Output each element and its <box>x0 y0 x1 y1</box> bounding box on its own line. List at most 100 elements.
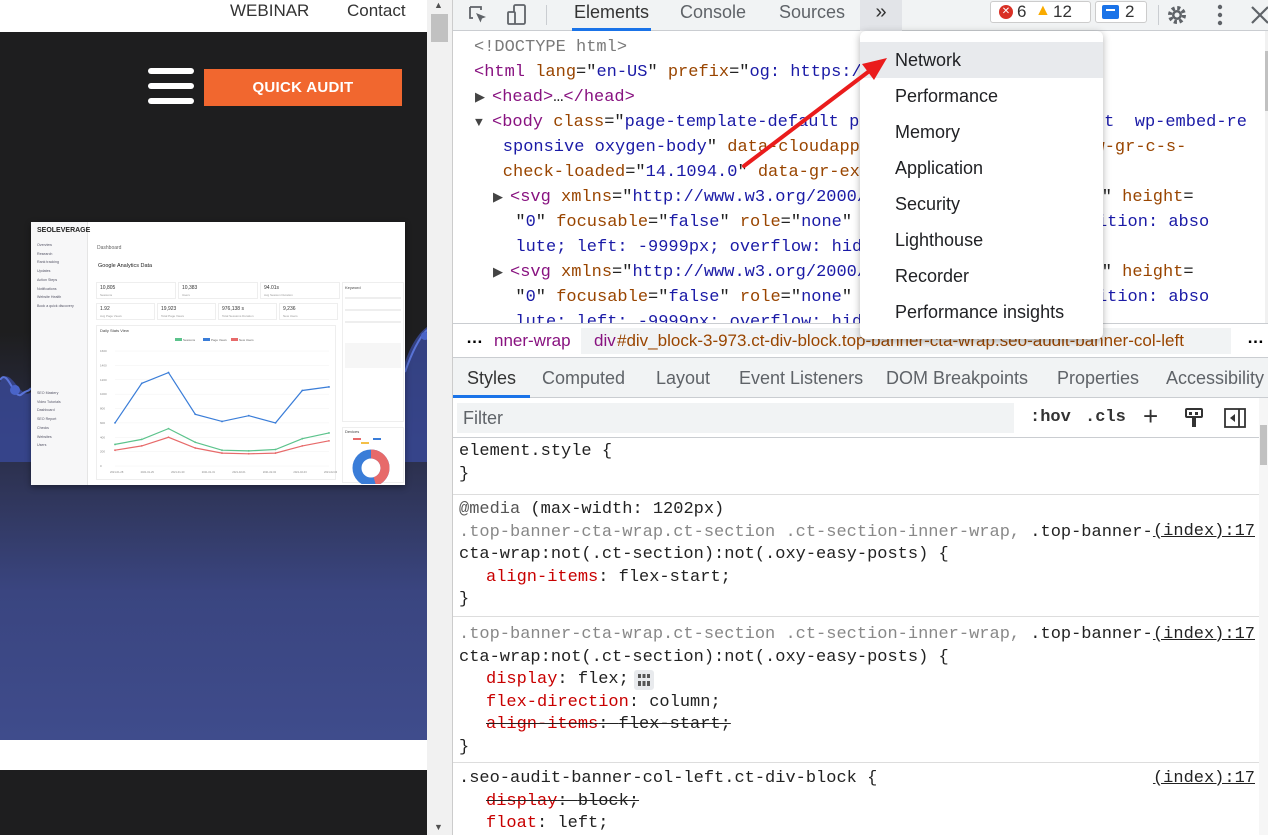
dom-token: =" <box>604 113 625 132</box>
issues-badge[interactable]: 2 <box>1095 1 1147 23</box>
dom-token: xmlns <box>561 188 613 207</box>
menu-item-application[interactable]: Application <box>860 150 1103 186</box>
dom-node-line[interactable]: check-loaded="14.1094.0" data-gr-ext- <box>503 160 880 185</box>
nav-link-contact[interactable]: Contact <box>347 1 406 21</box>
css-property[interactable]: float <box>486 814 537 833</box>
tab-console[interactable]: Console <box>680 0 746 31</box>
tab-layout[interactable]: Layout <box>656 358 710 398</box>
warning-icon: ▲ <box>1035 2 1051 19</box>
expand-triangle-icon[interactable]: ▶ <box>475 85 485 110</box>
stat-card: 10,383 Users <box>178 282 258 299</box>
breadcrumb-scroll-right[interactable]: … <box>1242 324 1268 354</box>
chart-point <box>167 371 170 374</box>
tab-sources[interactable]: Sources <box>779 0 845 31</box>
more-tabs-button[interactable]: » <box>860 0 902 31</box>
class-toggle[interactable]: .cls <box>1085 408 1126 427</box>
flexbox-editor-icon[interactable] <box>634 670 654 690</box>
website-scrollbar[interactable]: ▲ ▼ <box>427 0 453 835</box>
scroll-up-arrow-icon[interactable]: ▲ <box>434 0 443 10</box>
tab-event-listeners[interactable]: Event Listeners <box>739 358 863 398</box>
css-property[interactable]: flex-direction <box>486 693 629 712</box>
styles-scrollbar[interactable] <box>1259 398 1268 835</box>
expand-triangle-icon[interactable]: ▶ <box>493 185 503 210</box>
inspect-element-icon[interactable] <box>466 3 490 27</box>
css-rules-list[interactable]: element.style { } @media (max-width: 120… <box>453 438 1259 835</box>
breadcrumb-item[interactable]: nner-wrap <box>494 324 571 357</box>
menu-item-lighthouse[interactable]: Lighthouse <box>860 222 1103 258</box>
css-rule-seo-audit-col-left[interactable]: .seo-audit-banner-col-left.ct-div-block … <box>453 763 1259 835</box>
css-property[interactable]: align-items <box>486 568 598 587</box>
rule-source-link[interactable]: (index):17 <box>1153 521 1255 544</box>
overridden-declaration[interactable]: align-items: flex-start; <box>459 714 1259 737</box>
dom-token: " <box>515 213 526 232</box>
menu-item-network[interactable]: Network <box>860 42 1103 78</box>
chart-point <box>328 432 330 434</box>
more-options-icon[interactable] <box>1208 3 1232 27</box>
dom-token: role <box>739 288 781 307</box>
tab-properties[interactable]: Properties <box>1057 358 1139 398</box>
close-devtools-icon[interactable] <box>1248 3 1268 27</box>
computed-styles-paint-icon[interactable] <box>1183 407 1205 429</box>
css-rule-media-align-items[interactable]: @media (max-width: 1202px) .top-banner-c… <box>453 495 1259 617</box>
keyword-panel: Keyword <box>342 282 404 422</box>
devices-donut-chart <box>352 438 390 484</box>
tab-computed[interactable]: Computed <box>542 358 625 398</box>
dashboard-sidebar-item: SEO Mastery <box>37 391 59 395</box>
dom-node-line[interactable]: <!DOCTYPE html> <box>474 35 627 60</box>
rule-source-link[interactable]: (index):17 <box>1153 624 1255 647</box>
dom-node-line[interactable]: ▶ <head>…</head> <box>475 85 635 110</box>
chart-legend-swatch <box>175 338 182 341</box>
new-style-rule-button[interactable]: + <box>1143 401 1158 432</box>
css-rule-flex-column[interactable]: .top-banner-cta-wrap.ct-section .ct-sect… <box>453 617 1259 763</box>
css-value[interactable]: flex-start; <box>619 568 731 587</box>
dom-token: = <box>1183 263 1194 282</box>
toggle-sidebar-icon[interactable] <box>1224 408 1246 428</box>
menu-item-performance[interactable]: Performance <box>860 78 1103 114</box>
dom-node-line[interactable]: lute; left: -9999px; overflow: hidd <box>515 235 872 260</box>
rule-source-link[interactable]: (index):17 <box>1153 768 1255 791</box>
nav-link-webinar[interactable]: WEBINAR <box>230 1 309 21</box>
scrollbar-thumb[interactable] <box>431 14 448 42</box>
chart-point <box>274 452 277 454</box>
chart-point <box>114 421 116 424</box>
hamburger-menu-icon[interactable] <box>148 68 194 106</box>
css-value[interactable]: column; <box>649 693 720 712</box>
dom-token: =" <box>576 63 597 82</box>
keyword-label: Keyword <box>345 285 361 290</box>
styles-filter-input[interactable] <box>457 403 1014 433</box>
tab-styles[interactable]: Styles <box>453 358 531 398</box>
hover-state-toggle[interactable]: :hov <box>1030 408 1071 427</box>
breadcrumb-scroll-left[interactable]: … <box>466 324 483 354</box>
menu-item-recorder[interactable]: Recorder <box>860 258 1103 294</box>
css-property: align-items <box>486 715 599 734</box>
breadcrumb-selected-tag[interactable]: div <box>594 324 616 357</box>
css-property[interactable]: display <box>486 670 557 689</box>
quick-audit-button[interactable]: QUICK AUDIT <box>204 69 402 106</box>
tab-accessibility[interactable]: Accessibility <box>1166 358 1264 398</box>
tab-dom-breakpoints[interactable]: DOM Breakpoints <box>886 358 1028 398</box>
css-value[interactable]: flex; <box>578 670 629 689</box>
collapse-triangle-icon[interactable]: ▼ <box>475 110 483 135</box>
chart-point <box>167 427 170 430</box>
device-toolbar-icon[interactable] <box>505 3 529 27</box>
console-counts-badge[interactable]: ✕ 6 ▲ 12 <box>990 1 1091 23</box>
chart-point <box>274 448 277 451</box>
dom-tree[interactable]: <!DOCTYPE html> <html lang="en-US" prefix… <box>453 31 1265 323</box>
css-value[interactable]: left; <box>557 814 608 833</box>
menu-item-performance-insights[interactable]: Performance insights <box>860 294 1103 330</box>
menu-item-security[interactable]: Security <box>860 186 1103 222</box>
dom-token: " <box>737 163 758 182</box>
dashboard-sidebar-item: Users <box>37 443 47 448</box>
scroll-down-arrow-icon[interactable]: ▼ <box>434 822 443 832</box>
dom-token: 0 <box>525 288 536 307</box>
settings-gear-icon[interactable] <box>1165 3 1189 27</box>
dom-node-line[interactable]: <html lang="en-US" prefix="og: https:// <box>474 60 872 85</box>
chart-x-tick: 2021-02-03 <box>293 470 307 474</box>
dom-node-line[interactable]: lute; left: -9999px; overflow: hidd <box>515 310 872 323</box>
tab-elements[interactable]: Elements <box>572 0 652 31</box>
chart-series-line <box>114 436 330 455</box>
menu-item-memory[interactable]: Memory <box>860 114 1103 150</box>
overridden-declaration[interactable]: display: block; <box>459 791 1259 814</box>
expand-triangle-icon[interactable]: ▶ <box>493 260 503 285</box>
element-style-rule[interactable]: element.style { } <box>453 438 1259 495</box>
